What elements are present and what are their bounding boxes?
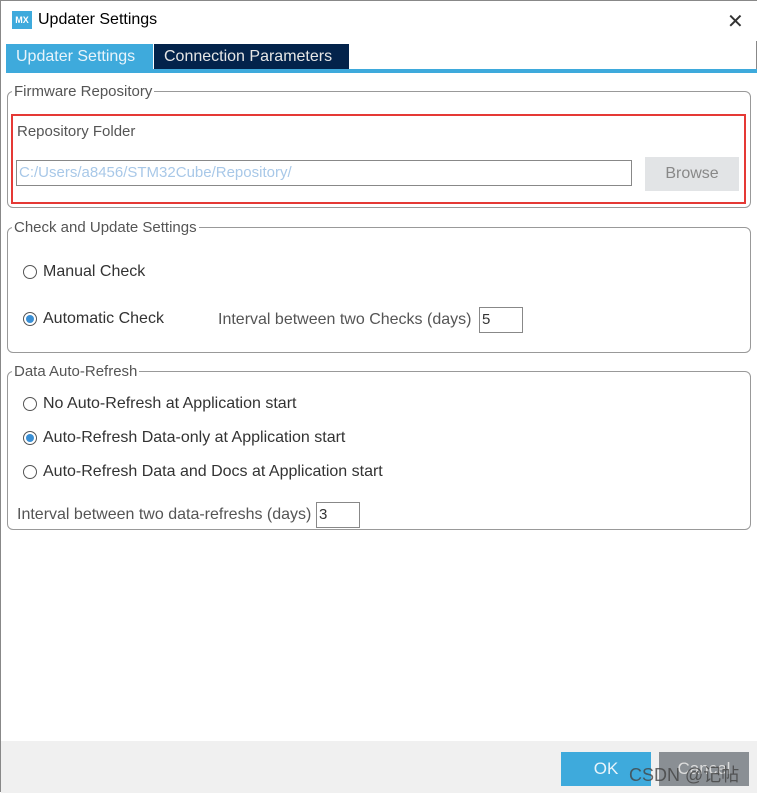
check-interval-input[interactable]: 5 — [479, 307, 523, 333]
option-label: Auto-Refresh Data and Docs at Applicatio… — [43, 463, 383, 480]
automatic-check-radio[interactable]: Automatic Check — [23, 310, 164, 328]
refresh-interval-input[interactable]: 3 — [316, 502, 360, 528]
check-update-group: Check and Update Settings — [7, 219, 751, 353]
refresh-interval-label: Interval between two data-refreshs (days… — [17, 506, 312, 523]
no-auto-refresh-radio[interactable]: No Auto-Refresh at Application start — [23, 395, 296, 413]
close-icon[interactable]: ✕ — [727, 9, 744, 34]
radio-icon — [23, 265, 37, 279]
browse-button[interactable]: Browse — [645, 157, 739, 191]
window-title: Updater Settings — [38, 11, 158, 28]
option-label: No Auto-Refresh at Application start — [43, 395, 297, 412]
repository-folder-input[interactable]: C:/Users/a8456/STM32Cube/Repository/ — [16, 160, 632, 186]
radio-selected-icon — [23, 431, 37, 445]
radio-icon — [23, 465, 37, 479]
radio-selected-icon — [23, 312, 37, 326]
manual-check-radio[interactable]: Manual Check — [23, 263, 145, 281]
watermark: CSDN @记帖 — [629, 765, 740, 785]
refresh-data-only-radio[interactable]: Auto-Refresh Data-only at Application st… — [23, 429, 345, 447]
refresh-legend: Data Auto-Refresh — [14, 363, 138, 380]
manual-check-label: Manual Check — [43, 263, 146, 280]
automatic-check-label: Automatic Check — [43, 310, 164, 327]
app-logo-icon: MX — [12, 11, 32, 29]
refresh-data-docs-radio[interactable]: Auto-Refresh Data and Docs at Applicatio… — [23, 463, 383, 481]
radio-icon — [23, 397, 37, 411]
option-label: Auto-Refresh Data-only at Application st… — [43, 429, 346, 446]
settings-panel: Firmware Repository Repository Folder C:… — [6, 73, 757, 741]
tab-connection-parameters[interactable]: Connection Parameters — [154, 44, 349, 70]
tab-bar: Updater Settings Connection Parameters — [6, 44, 349, 70]
tab-updater-settings[interactable]: Updater Settings — [6, 44, 153, 70]
repository-folder-label: Repository Folder — [17, 123, 136, 140]
check-interval-label: Interval between two Checks (days) — [218, 311, 472, 328]
check-legend: Check and Update Settings — [14, 219, 197, 236]
firmware-legend: Firmware Repository — [14, 83, 153, 100]
title-bar: MX Updater Settings ✕ — [1, 1, 757, 41]
